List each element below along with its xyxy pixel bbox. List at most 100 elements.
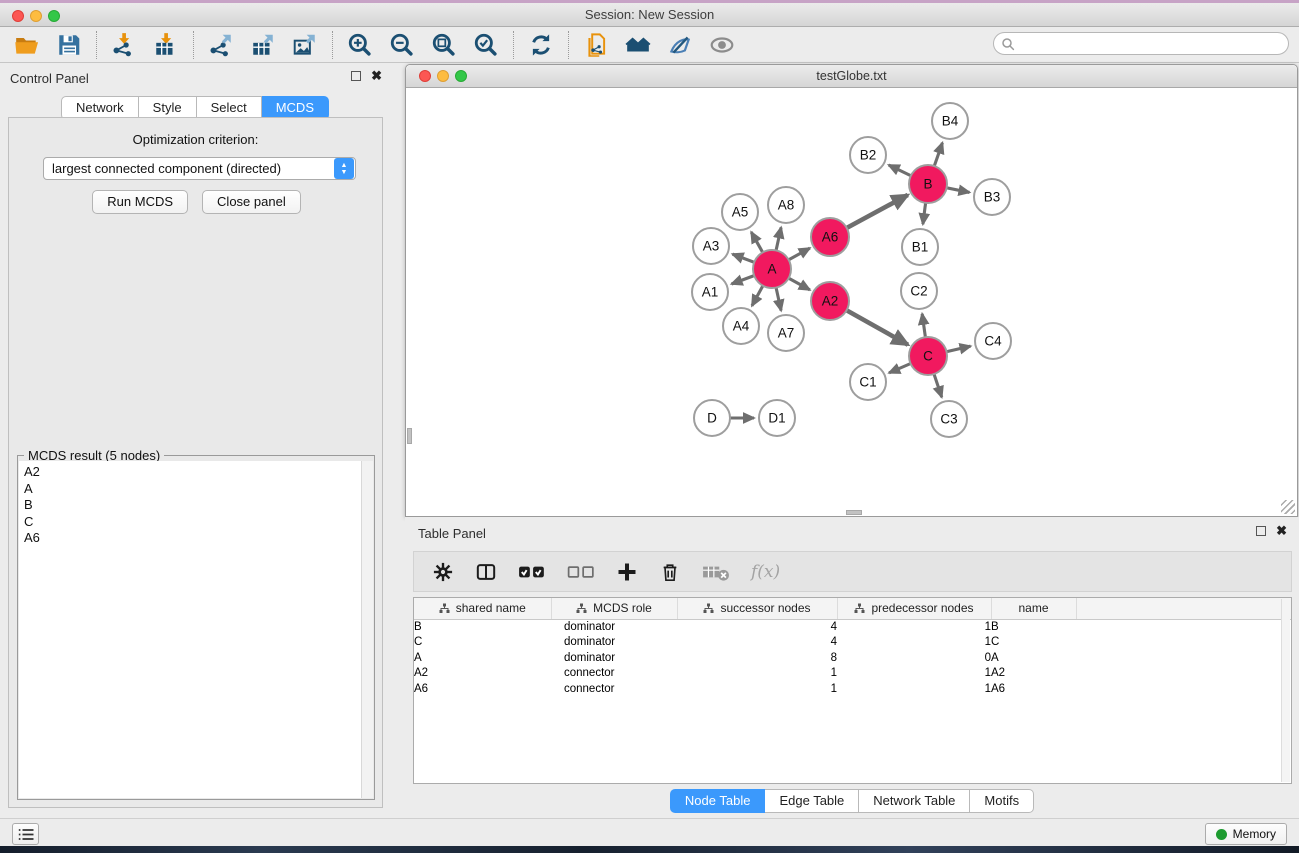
toolbar-group	[194, 31, 332, 59]
column-header-name[interactable]: name	[991, 598, 1076, 619]
table-row-C[interactable]: Cdominator41C	[414, 635, 1291, 651]
tab-node-table[interactable]: Node Table	[670, 789, 766, 813]
graph-node-A7[interactable]: A7	[768, 315, 804, 351]
float-panel-icon[interactable]	[351, 71, 361, 81]
window-resize-grip[interactable]	[1281, 500, 1295, 514]
memory-status-icon	[1216, 829, 1227, 840]
mcds-result-group: MCDS result (5 nodes) A2ABCA6	[17, 455, 375, 800]
float-table-panel-icon[interactable]	[1256, 526, 1266, 536]
svg-text:C2: C2	[910, 284, 927, 299]
main-titlebar[interactable]: Session: New Session	[0, 3, 1299, 27]
table-toolbar: f(x)	[413, 551, 1292, 592]
network-graph[interactable]: B4 B2 B B3 A5 A8 A6 B1 A3 A C2 A1 A2 A4 A7 C4 C C1 C3 D D1	[406, 88, 1297, 516]
table-row-A6[interactable]: A6connector11A6	[414, 681, 1291, 697]
graph-node-B2[interactable]: B2	[850, 137, 886, 173]
graph-node-B1[interactable]: B1	[902, 229, 938, 265]
save-session-icon[interactable]	[54, 31, 84, 59]
network-view-window[interactable]: testGlobe.txt B4 B2 B B3 A5 A8 A6 B1 A3 A C2 A1 A2 A4…	[405, 64, 1298, 517]
select-stepper-icon[interactable]: ▲▼	[334, 158, 354, 179]
svg-text:C3: C3	[940, 412, 957, 427]
table-row-A2[interactable]: A2connector11A2	[414, 666, 1291, 682]
graph-node-C2[interactable]: C2	[901, 273, 937, 309]
graph-node-B4[interactable]: B4	[932, 103, 968, 139]
tab-edge-table[interactable]: Edge Table	[765, 789, 859, 813]
graph-node-A4[interactable]: A4	[723, 308, 759, 344]
graph-node-A[interactable]: A	[753, 250, 791, 288]
svg-text:B4: B4	[942, 114, 959, 129]
optimization-criterion-select[interactable]: largest connected component (directed) ▲…	[43, 157, 356, 180]
import-table-icon[interactable]	[151, 31, 181, 59]
svg-text:A4: A4	[733, 319, 750, 334]
graph-node-A6[interactable]: A6	[811, 218, 849, 256]
zoom-out-icon[interactable]	[387, 31, 417, 59]
search-field[interactable]	[993, 32, 1289, 55]
home-icon[interactable]	[623, 31, 653, 59]
deselect-all-icon[interactable]	[567, 559, 595, 585]
add-column-icon[interactable]	[616, 559, 638, 585]
close-panel-button[interactable]: Close panel	[202, 190, 301, 214]
network-canvas[interactable]: B4 B2 B B3 A5 A8 A6 B1 A3 A C2 A1 A2 A4 A7 C4 C C1 C3 D D1	[406, 88, 1297, 516]
graph-node-B3[interactable]: B3	[974, 179, 1010, 215]
close-panel-icon[interactable]: ✖	[371, 71, 382, 81]
graph-node-C4[interactable]: C4	[975, 323, 1011, 359]
zoom-fit-icon[interactable]	[429, 31, 459, 59]
graph-node-D1[interactable]: D1	[759, 400, 795, 436]
refresh-network-icon[interactable]	[526, 31, 556, 59]
split-panel-icon[interactable]	[475, 559, 497, 585]
graph-node-C3[interactable]: C3	[931, 401, 967, 437]
graph-node-A5[interactable]: A5	[722, 194, 758, 230]
column-header-predecessor-nodes[interactable]: predecessor nodes	[837, 598, 991, 619]
mcds-result-item[interactable]: C	[19, 514, 361, 531]
close-table-panel-icon[interactable]: ✖	[1276, 526, 1287, 536]
result-list-scrollbar[interactable]	[362, 461, 373, 798]
graph-node-D[interactable]: D	[694, 400, 730, 436]
mcds-result-item[interactable]: A	[19, 481, 361, 498]
table-row-B[interactable]: Bdominator41B	[414, 619, 1291, 635]
control-panel: Control Panel ✖ NetworkStyleSelectMCDS O…	[0, 63, 390, 818]
table-scrollbar[interactable]	[1281, 599, 1290, 782]
memory-button[interactable]: Memory	[1205, 823, 1287, 845]
graph-node-A8[interactable]: A8	[768, 187, 804, 223]
svg-text:B1: B1	[912, 240, 929, 255]
node-table[interactable]: shared name MCDS role successor nodes pr…	[413, 597, 1292, 784]
select-all-icon[interactable]	[518, 559, 546, 585]
mcds-result-item[interactable]: A6	[19, 530, 361, 547]
task-history-button[interactable]	[12, 823, 39, 845]
import-network-icon[interactable]	[109, 31, 139, 59]
gear-icon[interactable]	[432, 559, 454, 585]
graph-node-B[interactable]: B	[909, 165, 947, 203]
table-row-A[interactable]: Adominator80A	[414, 650, 1291, 666]
open-session-icon[interactable]	[12, 31, 42, 59]
graph-node-A3[interactable]: A3	[693, 228, 729, 264]
graph-node-C[interactable]: C	[909, 337, 947, 375]
mcds-result-item[interactable]: B	[19, 497, 361, 514]
run-mcds-button[interactable]: Run MCDS	[92, 190, 188, 214]
tab-motifs[interactable]: Motifs	[970, 789, 1034, 813]
canvas-vertical-scroll-thumb[interactable]	[407, 428, 412, 444]
graph-node-C1[interactable]: C1	[850, 364, 886, 400]
export-table-icon[interactable]	[248, 31, 278, 59]
canvas-horizontal-scroll-thumb[interactable]	[846, 510, 862, 515]
network-file-icon[interactable]	[581, 31, 611, 59]
export-network-icon[interactable]	[206, 31, 236, 59]
eye-icon[interactable]	[707, 31, 737, 59]
graph-node-A2[interactable]: A2	[811, 282, 849, 320]
network-window-titlebar[interactable]: testGlobe.txt	[406, 65, 1297, 88]
column-header-MCDS-role[interactable]: MCDS role	[551, 598, 677, 619]
tab-network-table[interactable]: Network Table	[859, 789, 970, 813]
search-input[interactable]	[1015, 35, 1288, 53]
column-header-successor-nodes[interactable]: successor nodes	[677, 598, 837, 619]
svg-text:A6: A6	[822, 230, 839, 245]
zoom-in-icon[interactable]	[345, 31, 375, 59]
zoom-selected-icon[interactable]	[471, 31, 501, 59]
mcds-result-list[interactable]: A2ABCA6	[19, 461, 362, 798]
column-header-shared-name[interactable]: shared name	[414, 598, 551, 619]
mcds-result-item[interactable]: A2	[19, 464, 361, 481]
svg-text:A8: A8	[778, 198, 795, 213]
hide-panel-icon[interactable]	[665, 31, 695, 59]
delete-column-icon[interactable]	[659, 559, 681, 585]
export-image-icon[interactable]	[290, 31, 320, 59]
status-bar: Memory	[0, 818, 1299, 846]
graph-node-A1[interactable]: A1	[692, 274, 728, 310]
window-title: Session: New Session	[0, 7, 1299, 22]
